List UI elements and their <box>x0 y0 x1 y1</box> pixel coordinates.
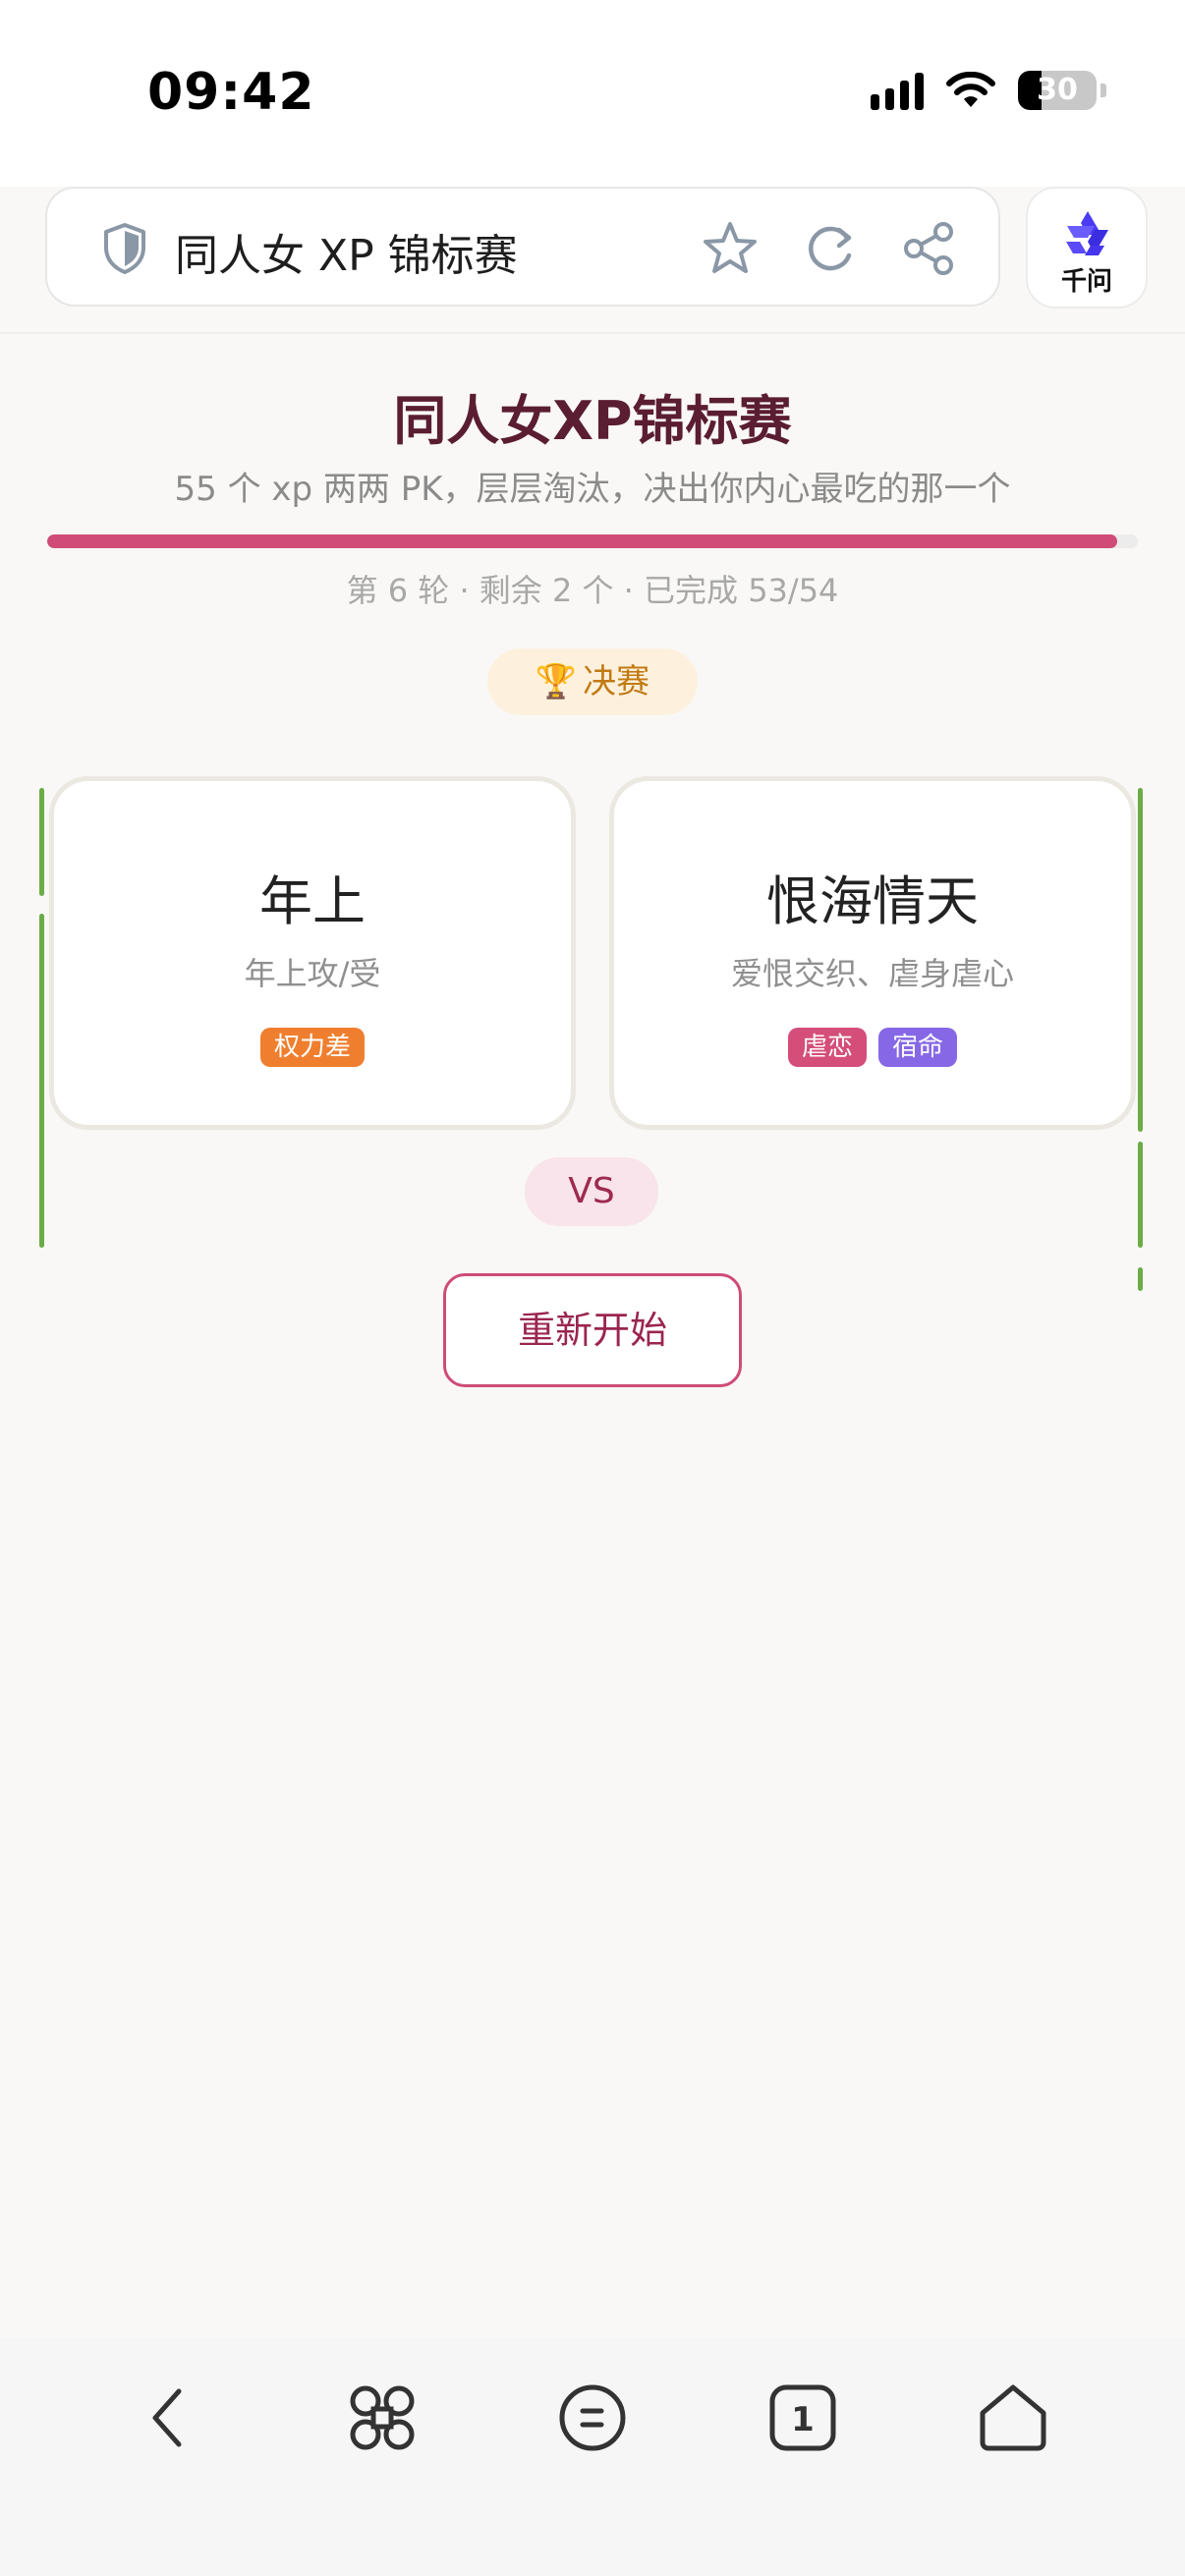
page-url-title: 同人女 XP 锦标赛 <box>175 231 518 281</box>
card-desc: 爱恨交织、虐身虐心 <box>730 955 1014 992</box>
star-icon[interactable] <box>700 218 761 279</box>
qianwen-assistant-button[interactable]: 千问 <box>1026 187 1148 308</box>
wifi-icon <box>946 72 995 107</box>
status-icons: 30 <box>871 71 1106 110</box>
share-icon[interactable] <box>898 218 959 279</box>
address-bar[interactable]: 同人女 XP 锦标赛 <box>45 187 1000 307</box>
tag-badge: 虐恋 <box>787 1028 867 1067</box>
battery-icon: 30 <box>1018 71 1097 110</box>
bottom-nav: 1 <box>0 2338 1185 2576</box>
progress-text: 第 6 轮 · 剩余 2 个 · 已完成 53/54 <box>346 572 839 609</box>
highlight-bar-right-lower <box>1138 1142 1143 1248</box>
qianwen-logo-icon <box>1066 211 1108 255</box>
card-tags: 权力差 <box>54 1028 571 1067</box>
shield-icon <box>104 223 145 274</box>
status-bar: 09:42 30 <box>0 0 1185 187</box>
cellular-signal-icon <box>871 71 924 110</box>
choice-card-left[interactable]: 年上 年上攻/受 权力差 <box>49 776 576 1130</box>
apps-icon[interactable] <box>338 2374 426 2462</box>
svg-text:1: 1 <box>791 2400 815 2439</box>
page-title: 同人女XP锦标赛 <box>393 390 792 452</box>
round-label: 决赛 <box>583 662 650 701</box>
restart-button[interactable]: 重新开始 <box>443 1273 742 1387</box>
qianwen-label: 千问 <box>1060 267 1112 297</box>
round-badge: 🏆 决赛 <box>487 648 698 715</box>
home-icon[interactable] <box>969 2374 1057 2462</box>
card-desc: 年上攻/受 <box>244 955 381 992</box>
tag-badge: 宿命 <box>878 1028 958 1067</box>
page-subtitle: 55 个 xp 两两 PK，层层淘汰，决出你内心最吃的那一个 <box>174 470 1011 509</box>
card-name: 恨海情天 <box>766 870 979 932</box>
card-tags: 虐恋 宿命 <box>614 1028 1131 1067</box>
tag-badge: 权力差 <box>259 1028 365 1067</box>
divider <box>0 332 1185 334</box>
vs-badge: VS <box>525 1157 658 1226</box>
card-name: 年上 <box>259 870 366 932</box>
back-icon[interactable] <box>126 2374 214 2462</box>
choice-card-right[interactable]: 恨海情天 爱恨交织、虐身虐心 虐恋 宿命 <box>609 776 1136 1130</box>
reload-icon[interactable] <box>800 218 861 279</box>
highlight-bar-left <box>39 914 44 1248</box>
progress-fill <box>47 534 1118 548</box>
highlight-bar-left-top <box>39 788 44 896</box>
highlight-bar-right <box>1138 788 1143 1132</box>
menu-icon[interactable] <box>548 2374 637 2462</box>
battery-level-text: 30 <box>1037 73 1078 107</box>
highlight-bar-right-tail <box>1138 1267 1143 1291</box>
battery-tip <box>1100 84 1106 97</box>
status-time: 09:42 <box>147 63 315 122</box>
trophy-icon: 🏆 <box>535 662 578 701</box>
tabs-icon[interactable]: 1 <box>759 2374 847 2462</box>
progress-bar <box>47 534 1138 548</box>
